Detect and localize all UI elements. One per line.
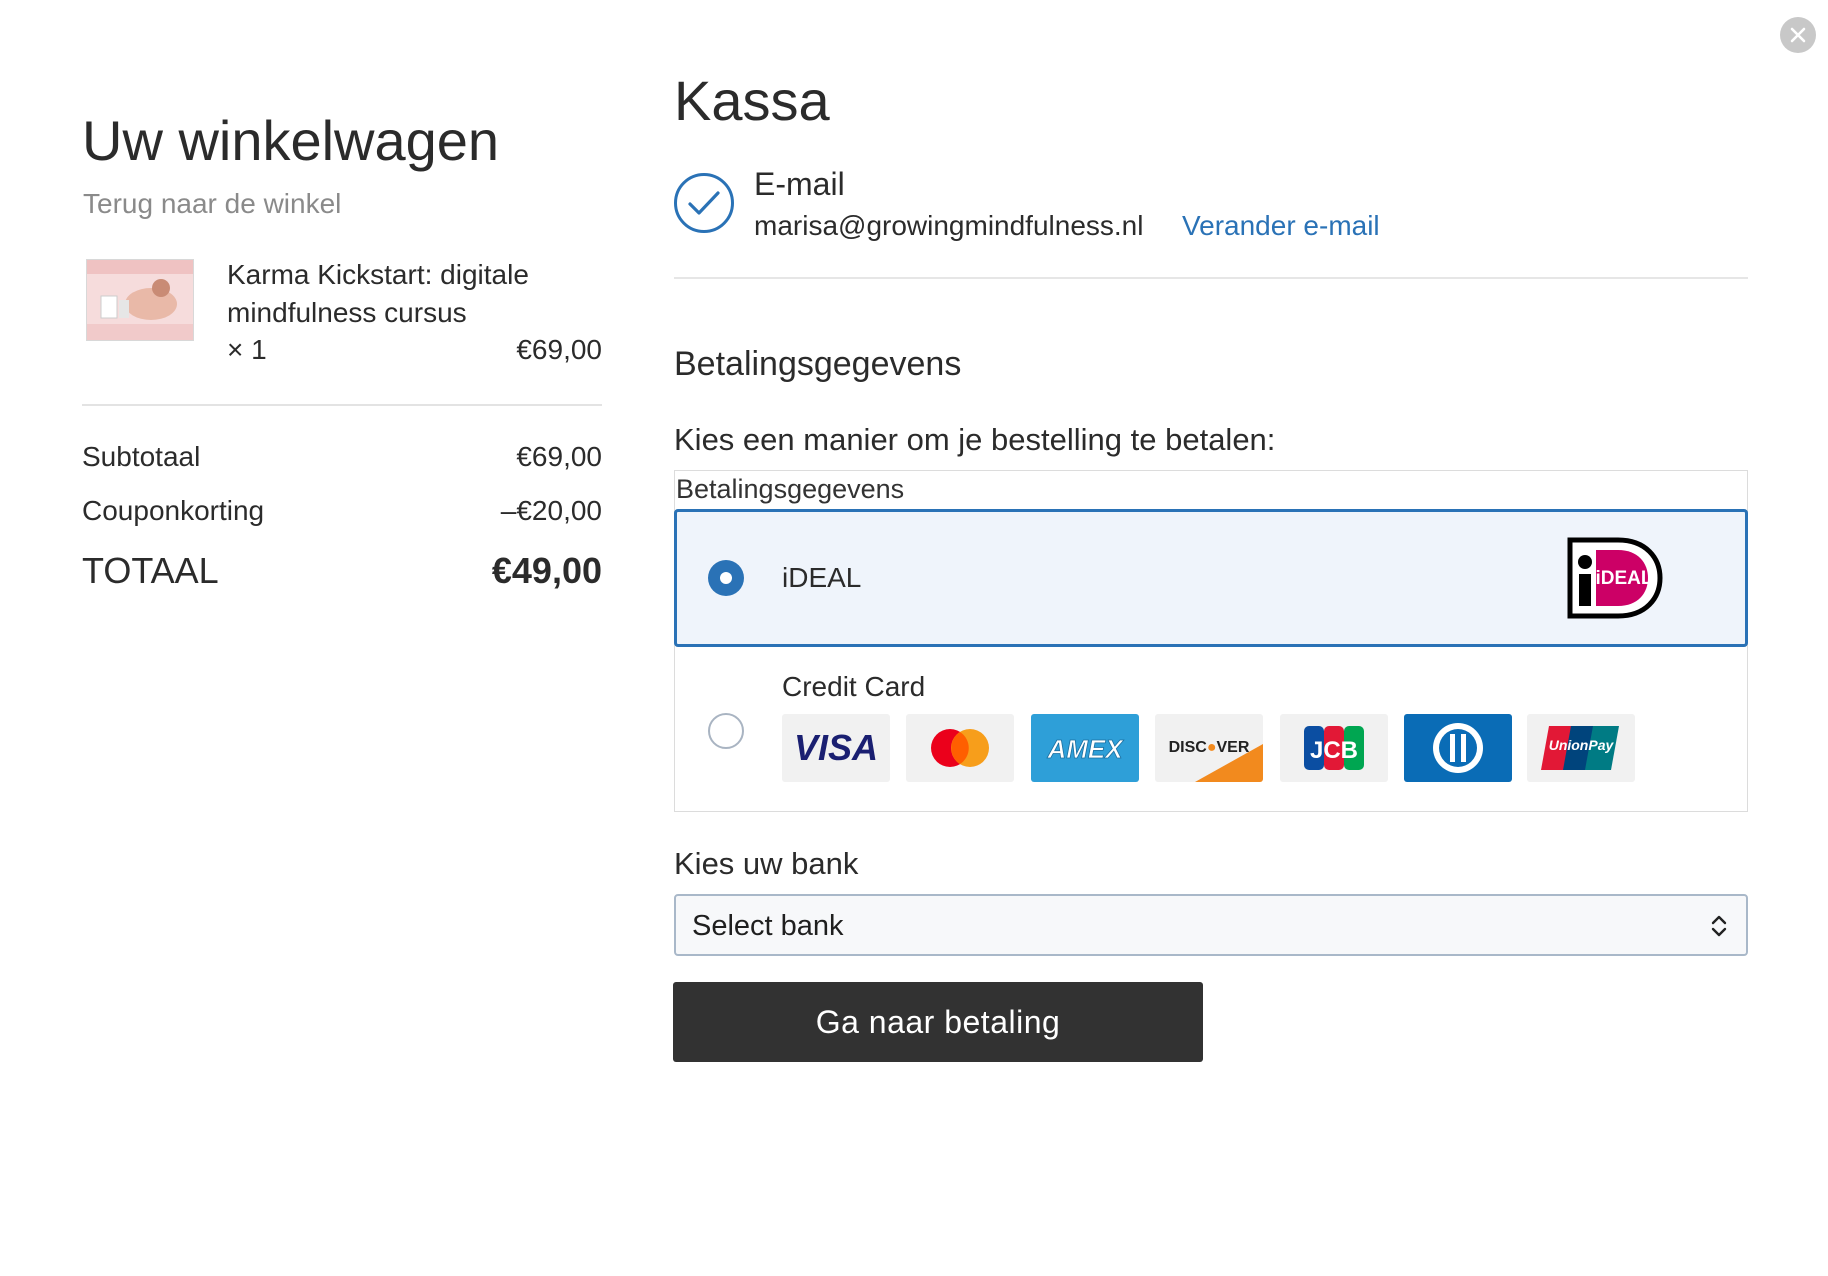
total-label: TOTAAL — [82, 550, 219, 591]
svg-text:AMEX: AMEX — [1046, 734, 1124, 764]
cart-item-price: €69,00 — [516, 334, 602, 365]
subtotal-row: Subtotaal €69,00 — [82, 441, 602, 473]
go-to-payment-button[interactable]: Ga naar betaling — [673, 982, 1203, 1062]
unionpay-icon: UnionPay — [1527, 714, 1635, 782]
chevron-up-down-icon — [1710, 913, 1728, 939]
back-to-shop-link[interactable]: Terug naar de winkel — [83, 188, 341, 220]
ideal-radio[interactable] — [708, 560, 744, 596]
svg-text:VISA: VISA — [794, 727, 878, 768]
total-row: TOTAAL €49,00 — [82, 550, 602, 592]
payment-prompt: Kies een manier om je bestelling te beta… — [674, 422, 1276, 457]
check-icon — [674, 173, 734, 233]
bank-select-value: Select bank — [692, 910, 844, 942]
payment-methods-legend: Betalingsgegevens — [676, 474, 905, 504]
checkout-title: Kassa — [674, 69, 830, 132]
coupon-label: Couponkorting — [82, 495, 265, 526]
svg-text:UnionPay: UnionPay — [1549, 737, 1615, 753]
coupon-value: –€20,00 — [500, 495, 602, 526]
email-label: E-mail — [754, 166, 845, 202]
product-thumbnail — [86, 259, 194, 341]
change-email-link[interactable]: Verander e-mail — [1182, 210, 1380, 242]
ideal-logo-icon: iDEAL — [1566, 536, 1664, 620]
credit-card-radio[interactable] — [708, 713, 744, 749]
cart-title: Uw winkelwagen — [82, 109, 500, 172]
cart-item-name: Karma Kickstart: digitale mindfulness cu… — [227, 259, 529, 328]
diners-club-icon — [1404, 714, 1512, 782]
ideal-logo-text: iDEAL — [1596, 568, 1653, 589]
jcb-icon: JCB — [1280, 714, 1388, 782]
payment-heading: Betalingsgegevens — [674, 345, 962, 383]
coupon-row: Couponkorting –€20,00 — [82, 495, 602, 527]
subtotal-value: €69,00 — [516, 441, 602, 472]
close-button[interactable] — [1780, 17, 1816, 53]
bank-heading: Kies uw bank — [674, 846, 859, 881]
visa-icon: VISA — [782, 714, 890, 782]
cart-divider — [82, 404, 602, 406]
svg-text:DISC●VER: DISC●VER — [1169, 739, 1250, 756]
cart-item-quantity: × 1 — [227, 334, 267, 365]
close-icon — [1790, 27, 1806, 43]
total-value: €49,00 — [491, 550, 602, 591]
credit-card-label[interactable]: Credit Card — [782, 671, 925, 703]
ideal-label: iDEAL — [782, 562, 862, 593]
email-divider — [674, 277, 1748, 279]
discover-icon: DISC●VER — [1155, 714, 1263, 782]
svg-text:JCB: JCB — [1310, 737, 1358, 764]
subtotal-label: Subtotaal — [82, 441, 201, 472]
amex-icon: AMEX — [1031, 714, 1139, 782]
mastercard-icon — [906, 714, 1014, 782]
email-value: marisa@growingmindfulness.nl — [754, 210, 1144, 241]
